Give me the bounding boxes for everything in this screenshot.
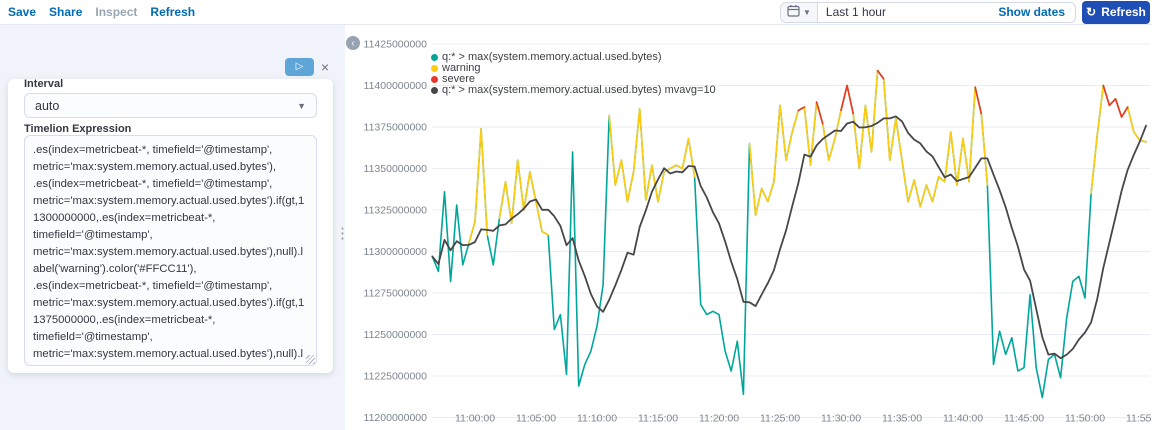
chart-legend: q:* > max(system.memory.actual.used.byte… xyxy=(431,52,716,96)
expression-label: Timelion Expression xyxy=(24,123,132,135)
chart-panel: ‹ 11425000000 11400000000 11375000000 11350… xyxy=(345,25,1152,430)
svg-text:11:20:00: 11:20:00 xyxy=(699,413,739,425)
svg-text:11225000000: 11225000000 xyxy=(364,371,428,383)
expression-editor-column: ▷ × Interval auto ▼ Timelion Expression … xyxy=(0,25,345,430)
top-toolbar: Save Share Inspect Refresh ▼ Last 1 hour… xyxy=(0,0,1152,25)
legend-series-dot-icon xyxy=(431,65,438,72)
save-button[interactable]: Save xyxy=(8,5,36,19)
svg-text:11350000000: 11350000000 xyxy=(364,163,428,175)
svg-text:11:50:00: 11:50:00 xyxy=(1065,413,1105,425)
timelion-expression-input[interactable]: .es(index=metricbeat-*, timefield='@time… xyxy=(24,135,317,366)
timelion-editor-screen: Save Share Inspect Refresh ▼ Last 1 hour… xyxy=(0,0,1152,430)
refresh-menu-button[interactable]: Refresh xyxy=(150,5,195,19)
svg-text:11375000000: 11375000000 xyxy=(364,122,428,134)
svg-text:11:25:00: 11:25:00 xyxy=(760,413,800,425)
legend-label: q:* > max(system.memory.actual.used.byte… xyxy=(442,84,716,96)
share-button[interactable]: Share xyxy=(49,5,82,19)
svg-text:11:15:00: 11:15:00 xyxy=(638,413,678,425)
svg-text:11:55:00: 11:55:00 xyxy=(1126,413,1152,425)
chevron-down-icon: ▼ xyxy=(297,100,306,111)
svg-text:11425000000: 11425000000 xyxy=(364,39,428,51)
show-dates-button[interactable]: Show dates xyxy=(998,5,1075,19)
svg-text:11:00:00: 11:00:00 xyxy=(455,413,495,425)
inspect-button[interactable]: Inspect xyxy=(95,5,137,19)
play-button[interactable]: ▷ xyxy=(285,58,314,76)
app-menu: Save Share Inspect Refresh xyxy=(0,5,195,19)
expression-editor-card: Interval auto ▼ Timelion Expression .es(… xyxy=(8,78,333,373)
svg-text:11275000000: 11275000000 xyxy=(364,288,428,300)
chevron-down-icon: ▼ xyxy=(803,7,811,17)
svg-text:11250000000: 11250000000 xyxy=(364,329,428,341)
calendar-icon xyxy=(787,4,800,20)
legend-series-dot-icon xyxy=(431,54,438,61)
legend-series-dot-icon xyxy=(431,87,438,94)
svg-text:11:45:00: 11:45:00 xyxy=(1004,413,1044,425)
close-icon[interactable]: × xyxy=(317,58,333,76)
interval-label: Interval xyxy=(24,78,64,90)
interval-select[interactable]: auto ▼ xyxy=(24,93,317,118)
refresh-icon: ↻ xyxy=(1086,5,1097,19)
time-range-display[interactable]: Last 1 hour xyxy=(818,5,998,19)
svg-text:11300000000: 11300000000 xyxy=(364,246,428,258)
svg-text:11:35:00: 11:35:00 xyxy=(882,413,922,425)
legend-series-dot-icon xyxy=(431,76,438,83)
refresh-button[interactable]: ↻ Refresh xyxy=(1082,0,1150,24)
svg-text:11:40:00: 11:40:00 xyxy=(943,413,983,425)
svg-text:11:05:00: 11:05:00 xyxy=(516,413,556,425)
super-date-picker: ▼ Last 1 hour Show dates xyxy=(780,1,1076,23)
svg-text:11400000000: 11400000000 xyxy=(364,80,428,92)
svg-text:11:30:00: 11:30:00 xyxy=(821,413,861,425)
svg-text:11200000000: 11200000000 xyxy=(364,412,428,424)
svg-text:11325000000: 11325000000 xyxy=(364,205,428,217)
textarea-resize-handle[interactable] xyxy=(306,355,315,364)
quick-select-calendar-button[interactable]: ▼ xyxy=(781,2,818,22)
legend-item[interactable]: q:* > max(system.memory.actual.used.byte… xyxy=(431,85,716,96)
svg-text:11:10:00: 11:10:00 xyxy=(577,413,617,425)
